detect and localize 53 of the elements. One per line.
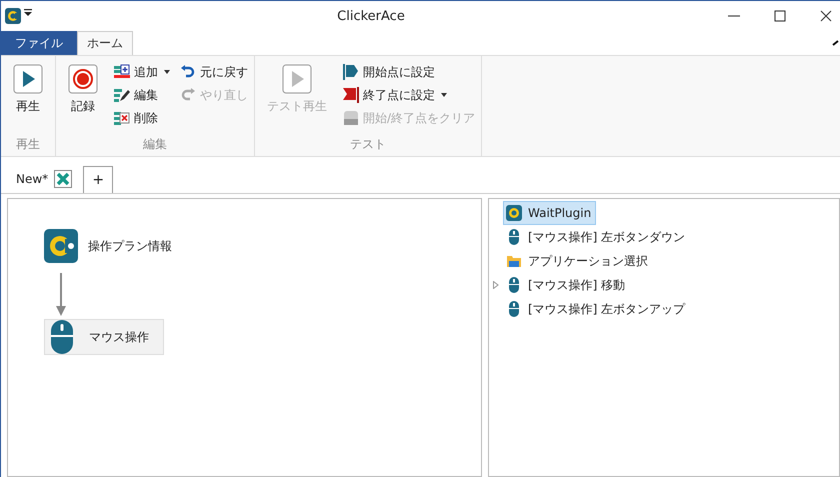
app-logo-icon	[44, 229, 78, 263]
mouse-icon	[506, 277, 522, 293]
flow-node[interactable]: マウス操作	[44, 319, 164, 355]
collapse-ribbon-icon[interactable]	[832, 39, 840, 47]
expand-arrow-icon[interactable]	[493, 281, 499, 289]
list-delete-icon	[114, 110, 130, 126]
ribbon-small-button[interactable]: 元に戻す	[180, 62, 248, 82]
undo-icon	[180, 64, 196, 80]
maximize-icon[interactable]	[774, 10, 786, 22]
close-icon[interactable]	[820, 10, 832, 22]
flow-node[interactable]: 操作プラン情報	[44, 229, 172, 263]
ribbon-small-button[interactable]: 削除	[114, 108, 170, 128]
tree-row[interactable]: アプリケーション選択	[493, 249, 839, 273]
ribbon-large-button[interactable]: 再生	[7, 60, 49, 136]
app-logo-icon[interactable]	[5, 8, 21, 24]
ribbon-large-button[interactable]: 記録	[62, 60, 104, 136]
quick-access-icon[interactable]	[24, 9, 32, 17]
ribbon-group-label: 編集	[142, 136, 168, 153]
ribbon-group-label: 再生	[15, 136, 41, 153]
app-logo-icon	[506, 205, 522, 221]
ribbon-small-button[interactable]: 終了点に設定	[343, 85, 476, 105]
tree-row[interactable]: [マウス操作] 左ボタンダウン	[493, 225, 839, 249]
mouse-icon	[506, 301, 522, 317]
ribbon-small-button[interactable]: 追加	[114, 62, 170, 82]
tree-row[interactable]: [マウス操作] 移動	[493, 273, 839, 297]
connector-arrow	[55, 273, 67, 317]
tree-item[interactable]: [マウス操作] 左ボタンアップ	[503, 297, 690, 321]
dropdown-caret-icon	[441, 93, 447, 97]
list-edit-icon	[114, 87, 130, 103]
flag-icon	[343, 87, 359, 103]
ribbon-tab[interactable]: ホーム	[77, 31, 133, 55]
flag-icon	[343, 64, 359, 80]
tree-row[interactable]: WaitPlugin	[493, 201, 839, 225]
folder-icon	[506, 253, 522, 269]
tree-item[interactable]: [マウス操作] 移動	[503, 273, 630, 297]
ribbon-small-button[interactable]: 開始点に設定	[343, 62, 476, 82]
play-icon	[13, 64, 43, 94]
dropdown-caret-icon	[164, 70, 170, 74]
tree-item[interactable]: WaitPlugin	[503, 201, 596, 225]
file-menu-tab[interactable]: ファイル	[1, 31, 77, 55]
list-add-icon	[114, 64, 130, 80]
ribbon-small-button[interactable]: 編集	[114, 85, 170, 105]
redo-icon	[180, 87, 196, 103]
tree-item[interactable]: [マウス操作] 左ボタンダウン	[503, 225, 690, 249]
eraser-icon	[343, 110, 359, 126]
window-title: ClickerAce	[336, 8, 406, 24]
add-tab-button[interactable]: +	[83, 166, 114, 193]
record-icon	[68, 64, 98, 94]
tree-row[interactable]: [マウス操作] 左ボタンアップ	[493, 297, 839, 321]
mouse-icon	[506, 229, 522, 245]
play-icon	[282, 64, 312, 94]
tree-item[interactable]: アプリケーション選択	[503, 249, 653, 273]
ribbon-group-label: テスト	[349, 136, 388, 153]
